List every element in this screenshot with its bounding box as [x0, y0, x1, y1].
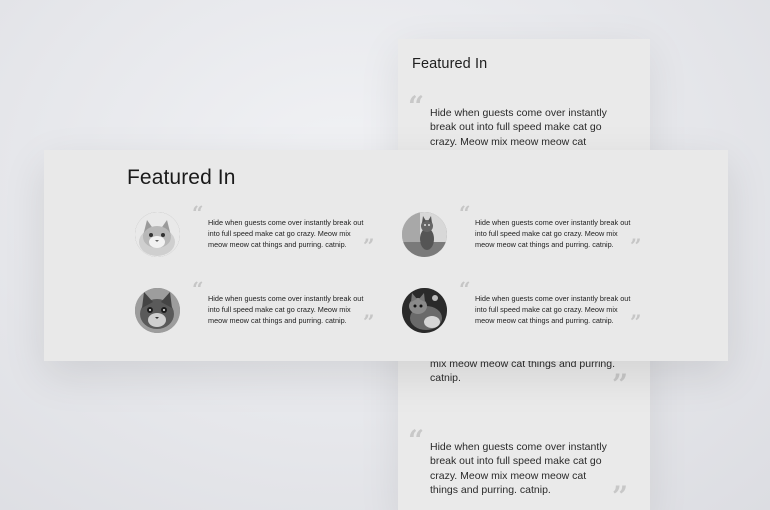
close-quote-icon: ”: [630, 234, 642, 258]
open-quote-icon: “: [192, 277, 204, 301]
open-quote-icon: “: [459, 201, 471, 225]
close-quote-icon: ”: [612, 368, 629, 401]
close-quote-icon: ”: [363, 310, 375, 334]
testimonial-item: “ Hide when guests come over instantly b…: [135, 203, 385, 262]
testimonial-item: “ Hide when guests come over instantly b…: [135, 279, 385, 338]
open-quote-icon: “: [192, 201, 204, 225]
testimonial-item: “ Hide when guests come over instantly b…: [402, 203, 652, 262]
close-quote-icon: ”: [630, 310, 642, 334]
close-quote-icon: ”: [363, 234, 375, 258]
background-quote-text: Hide when guests come over instantly bre…: [430, 441, 607, 497]
cat-avatar: [135, 212, 180, 257]
cat-avatar: [135, 288, 180, 333]
featured-in-section: Featured In “ Hide when guests come over…: [44, 150, 728, 361]
testimonial-text: Hide when guests come over instantly bre…: [208, 218, 364, 250]
section-title: Featured In: [127, 166, 236, 189]
open-quote-icon: “: [408, 90, 425, 123]
testimonial-text: Hide when guests come over instantly bre…: [208, 294, 364, 326]
testimonial-text: Hide when guests come over instantly bre…: [475, 294, 631, 326]
cat-avatar: [402, 212, 447, 257]
close-quote-icon: ”: [612, 480, 629, 510]
background-card-title: Featured In: [412, 56, 488, 72]
cat-avatar: [402, 288, 447, 333]
background-quote-text: mix meow meow cat things and purring. ca…: [430, 358, 615, 385]
open-quote-icon: “: [408, 424, 425, 457]
testimonial-item: “ Hide when guests come over instantly b…: [402, 279, 652, 338]
open-quote-icon: “: [459, 277, 471, 301]
testimonial-text: Hide when guests come over instantly bre…: [475, 218, 631, 250]
